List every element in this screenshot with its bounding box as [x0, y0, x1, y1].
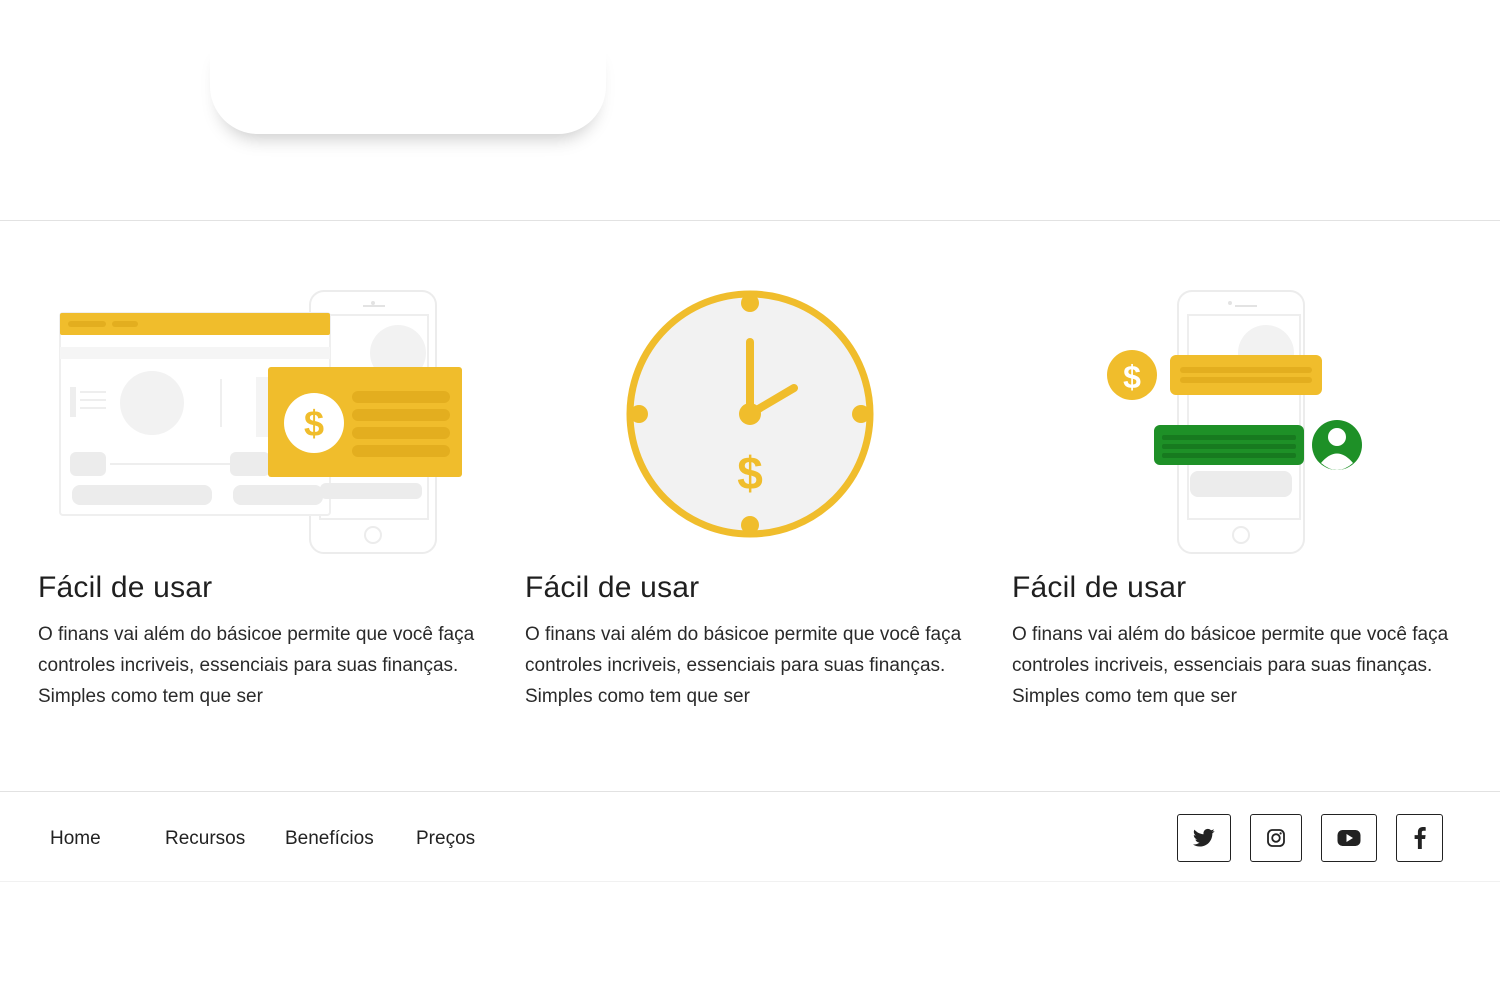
youtube-icon — [1337, 830, 1361, 846]
twitter-button[interactable] — [1177, 814, 1231, 862]
feature-description: O finans vai além do básicoe permite que… — [1012, 624, 1449, 707]
footer: Home Recursos Benefícios Preços — [0, 792, 1500, 882]
instagram-icon — [1267, 829, 1285, 847]
footer-nav-precos[interactable]: Preços — [416, 828, 475, 850]
dollar-sign: $ — [304, 403, 324, 444]
feature-description: O finans vai além do básicoe permite que… — [525, 624, 962, 707]
feature-title: Fácil de usar — [1012, 571, 1187, 604]
footer-nav-recursos[interactable]: Recursos — [165, 828, 245, 850]
youtube-button[interactable] — [1321, 814, 1377, 862]
feature-title: Fácil de usar — [525, 571, 700, 604]
chat-payment-illustration: $ — [1107, 290, 1362, 554]
footer-nav-home[interactable]: Home — [50, 828, 101, 850]
instagram-button[interactable] — [1250, 814, 1302, 862]
phone-mockup-bottom — [210, 40, 606, 134]
dashboard-payment-illustration: $ — [59, 290, 462, 554]
feature-description: O finans vai além do básicoe permite que… — [38, 624, 475, 707]
features-section: $ Fácil de usar O finans vai além do bás… — [0, 221, 1500, 791]
twitter-icon — [1193, 828, 1215, 847]
feature-title: Fácil de usar — [38, 571, 213, 604]
facebook-button[interactable] — [1396, 814, 1443, 862]
dollar-sign: $ — [1123, 359, 1141, 395]
dollar-sign: $ — [737, 447, 763, 499]
clock-icon: $ — [626, 290, 874, 538]
footer-nav-beneficios[interactable]: Benefícios — [285, 828, 374, 850]
facebook-icon — [1414, 827, 1426, 849]
